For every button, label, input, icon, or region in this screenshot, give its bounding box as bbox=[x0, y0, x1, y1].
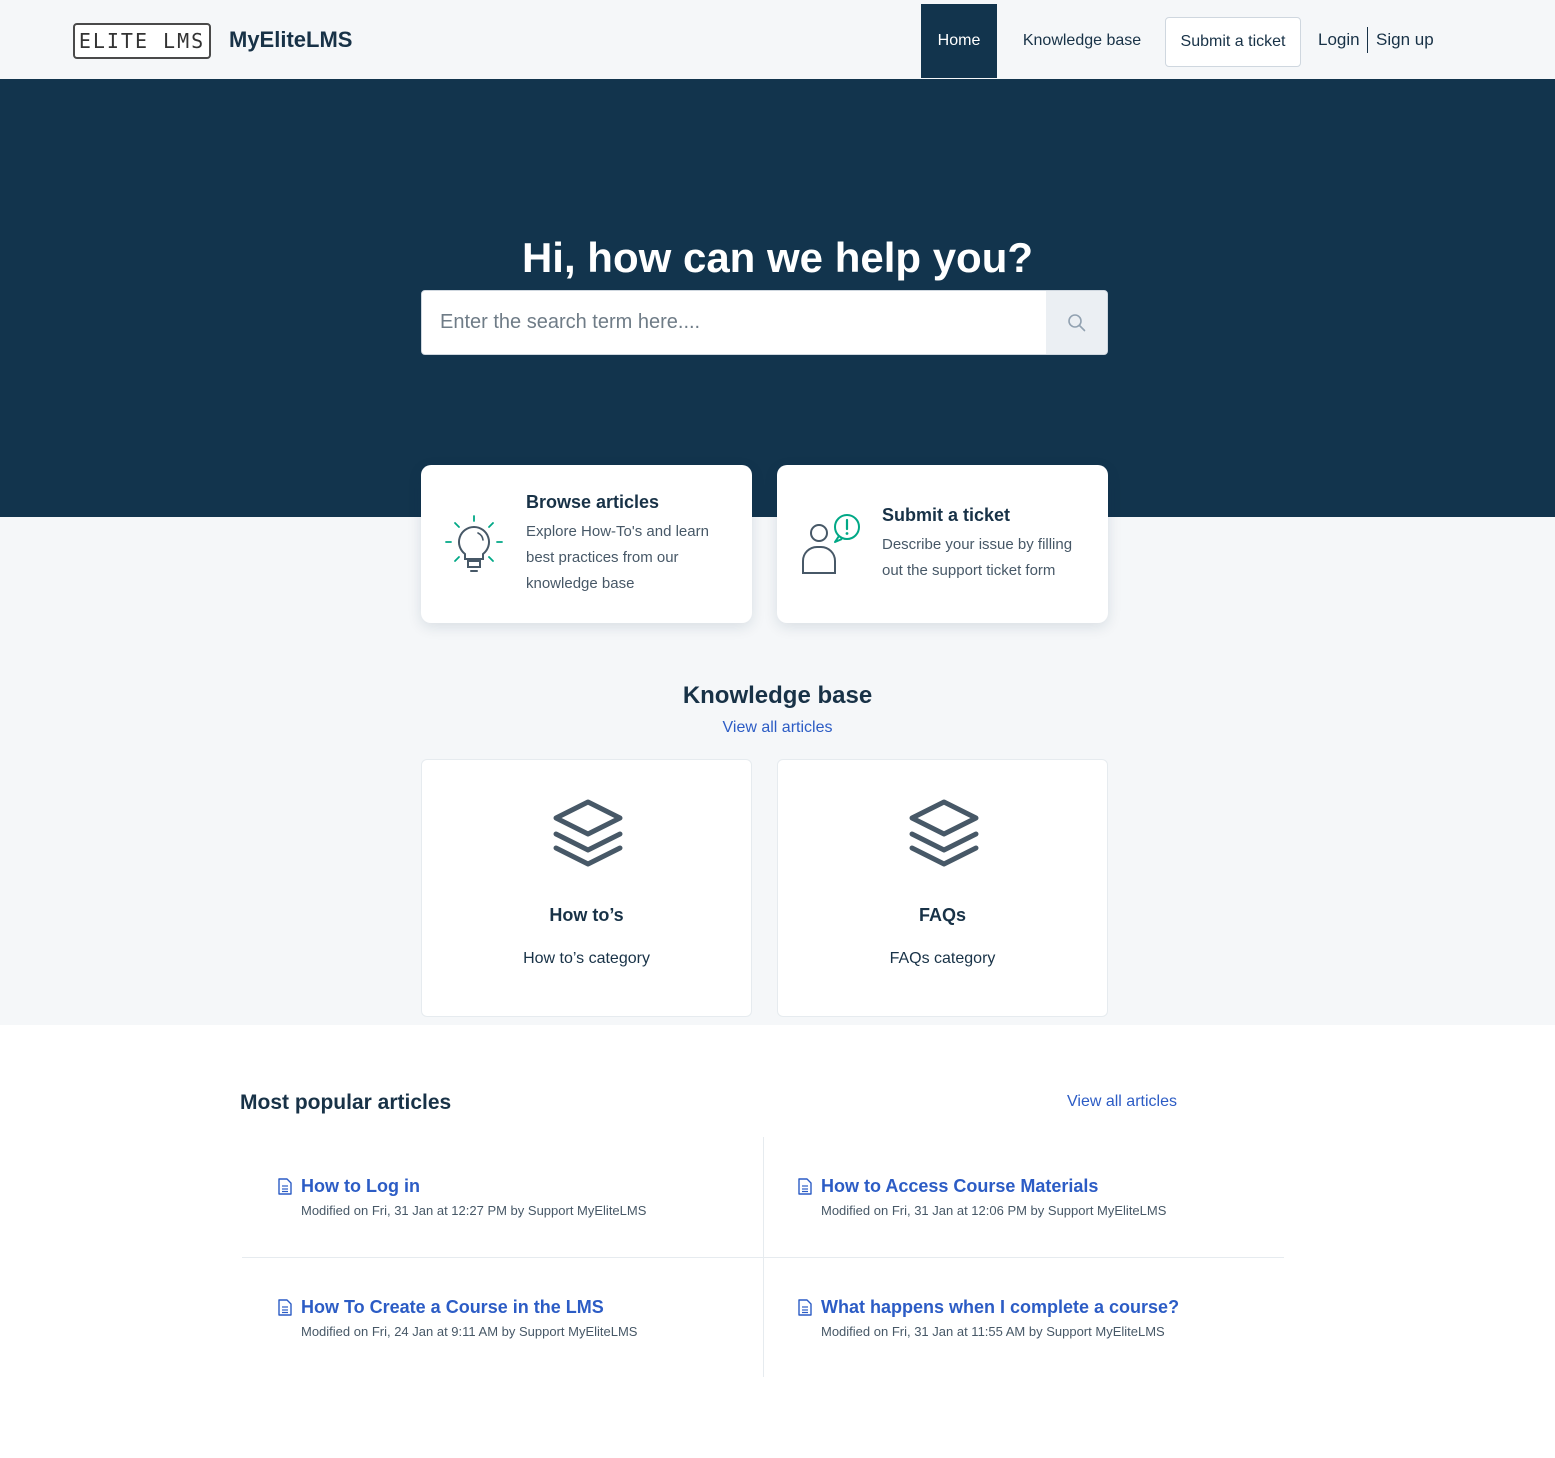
nav-home[interactable]: Home bbox=[921, 4, 997, 78]
search-icon bbox=[1068, 313, 1086, 331]
person-alert-icon bbox=[802, 514, 860, 574]
submit-ticket-description: Describe your issue by filling out the s… bbox=[882, 536, 1073, 579]
article-title[interactable]: What happens when I complete a course? bbox=[821, 1297, 1179, 1318]
knowledge-base-title: Knowledge base bbox=[682, 682, 873, 709]
search-button[interactable] bbox=[1046, 291, 1107, 354]
article-title[interactable]: How to Access Course Materials bbox=[821, 1176, 1098, 1197]
category-description: How to’s category bbox=[523, 950, 650, 967]
category-name: How to’s bbox=[549, 905, 624, 925]
article-meta: Modified on Fri, 31 Jan at 12:27 PM by S… bbox=[301, 1203, 647, 1218]
kb-view-all-link[interactable]: View all articles bbox=[723, 719, 833, 736]
nav-knowledge-base[interactable]: Knowledge base bbox=[1012, 4, 1152, 78]
site-header: ELITE LMS MyEliteLMS Home Knowledge base… bbox=[0, 0, 1555, 79]
document-icon bbox=[798, 1178, 812, 1195]
submit-ticket-title: Submit a ticket bbox=[882, 505, 1011, 525]
article-meta: Modified on Fri, 24 Jan at 9:11 AM by Su… bbox=[301, 1324, 638, 1339]
document-icon bbox=[278, 1178, 292, 1195]
browse-articles-card[interactable]: Browse articles Explore How-To's and lea… bbox=[421, 465, 752, 623]
hero-banner: Hi, how can we help you? bbox=[0, 79, 1555, 517]
category-description: FAQs category bbox=[889, 950, 996, 967]
document-icon bbox=[278, 1299, 292, 1316]
nav-separator bbox=[1367, 27, 1368, 53]
layers-icon bbox=[553, 799, 623, 867]
document-icon bbox=[798, 1299, 812, 1316]
category-card-faqs[interactable]: FAQs FAQs category bbox=[777, 759, 1108, 1017]
article-meta: Modified on Fri, 31 Jan at 12:06 PM by S… bbox=[821, 1203, 1167, 1218]
article-title[interactable]: How To Create a Course in the LMS bbox=[301, 1297, 604, 1318]
category-name: FAQs bbox=[918, 905, 966, 925]
browse-articles-title: Browse articles bbox=[526, 492, 660, 512]
brand-name[interactable]: MyEliteLMS bbox=[229, 27, 352, 53]
article-meta: Modified on Fri, 31 Jan at 11:55 AM by S… bbox=[821, 1324, 1165, 1339]
search-bar bbox=[421, 290, 1108, 355]
popular-articles-title: Most popular articles bbox=[240, 1091, 452, 1114]
browse-articles-description: Explore How-To's and learn best practice… bbox=[526, 523, 709, 592]
article-grid-divider bbox=[242, 1257, 1284, 1258]
hero-title: Hi, how can we help you? bbox=[521, 234, 1034, 281]
layers-icon bbox=[909, 799, 979, 867]
nav-signup[interactable]: Sign up bbox=[1376, 30, 1434, 50]
article-title[interactable]: How to Log in bbox=[301, 1176, 420, 1197]
category-card-howtos[interactable]: How to’s How to’s category bbox=[421, 759, 752, 1017]
popular-view-all-link[interactable]: View all articles bbox=[1067, 1093, 1177, 1111]
site-logo[interactable]: ELITE LMS bbox=[73, 23, 211, 59]
submit-ticket-card[interactable]: Submit a ticket Describe your issue by f… bbox=[777, 465, 1108, 623]
search-input[interactable] bbox=[422, 291, 1046, 354]
nav-submit-ticket[interactable]: Submit a ticket bbox=[1165, 17, 1301, 67]
lightbulb-icon bbox=[445, 515, 503, 572]
nav-login[interactable]: Login bbox=[1318, 30, 1360, 50]
